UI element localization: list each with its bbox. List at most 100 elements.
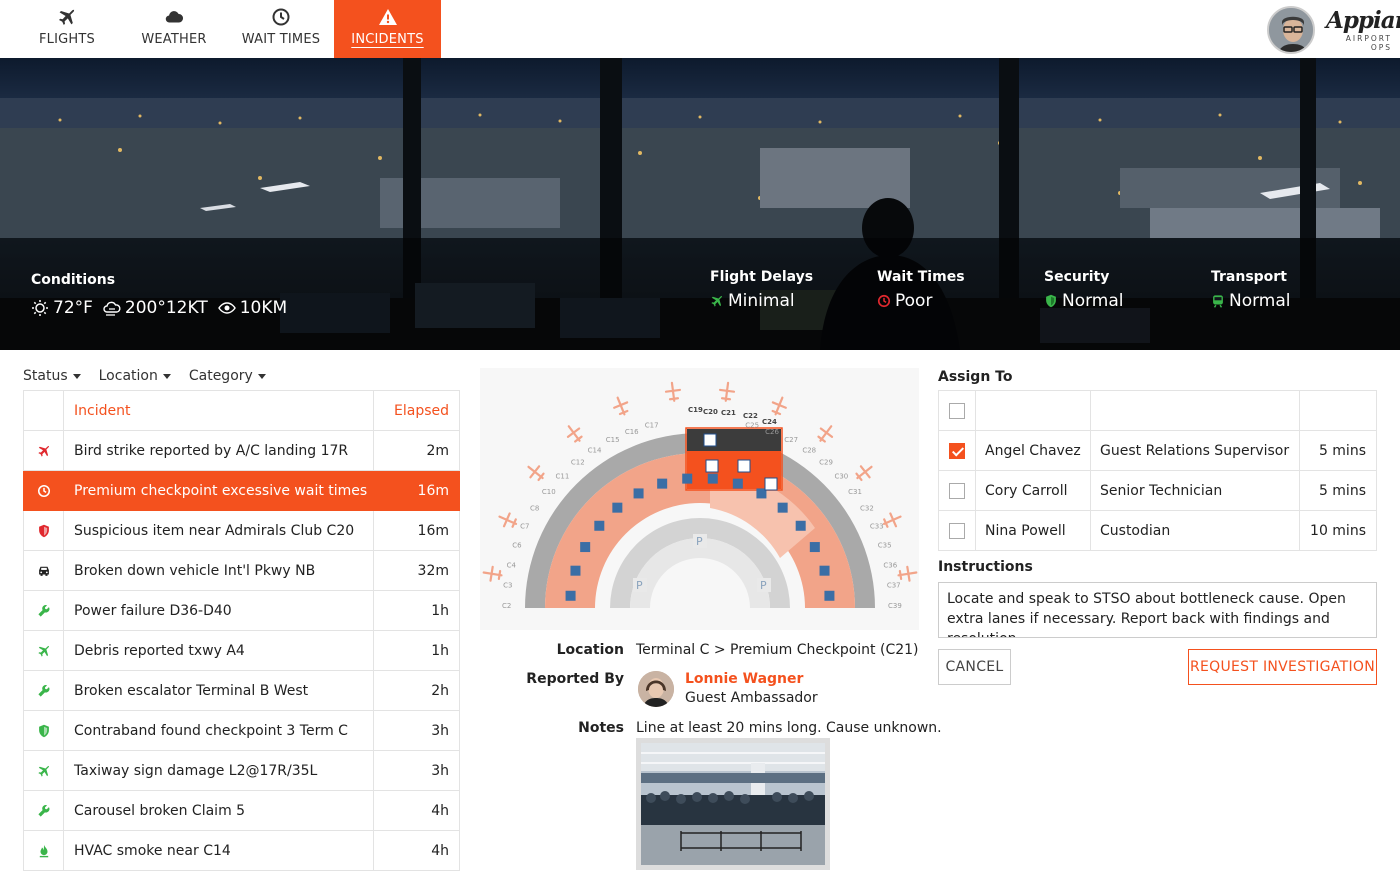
amenity-icon[interactable] [657, 478, 668, 489]
table-row[interactable]: Taxiway sign damage L2@17R/35L 3h [23, 750, 460, 791]
table-row[interactable]: Suspicious item near Admirals Club C20 16… [23, 510, 460, 551]
tab-flights[interactable]: FLIGHTS [10, 0, 124, 58]
plane-icon [37, 443, 51, 459]
assignee-row[interactable]: Nina Powell Custodian 10 mins [938, 510, 1377, 551]
restroom-icon[interactable] [703, 433, 717, 447]
row-icon-cell [23, 710, 64, 751]
amenity-icon[interactable] [570, 565, 581, 576]
amenity-icon[interactable] [707, 473, 718, 484]
amenity-icon[interactable] [795, 520, 806, 531]
table-row[interactable]: Premium checkpoint excessive wait times 1… [23, 470, 460, 511]
gate-label: C14 [588, 446, 602, 454]
table-row[interactable]: Contraband found checkpoint 3 Term C 3h [23, 710, 460, 751]
restroom-icon[interactable] [737, 459, 751, 473]
amenity-icon[interactable] [682, 473, 693, 484]
shield-icon [37, 723, 51, 739]
table-row[interactable]: Broken down vehicle Int'l Pkwy NB 32m [23, 550, 460, 591]
restroom-icon[interactable] [705, 459, 719, 473]
row-icon-cell [23, 470, 64, 511]
reporter-role: Guest Ambassador [685, 690, 818, 706]
train-icon [1213, 295, 1223, 308]
cancel-button[interactable]: CANCEL [938, 649, 1011, 685]
tab-wait-times[interactable]: WAIT TIMES [224, 0, 338, 58]
row-icon-cell [23, 630, 64, 671]
clock-icon [37, 483, 51, 499]
assignee-row[interactable]: Angel Chavez Guest Relations Supervisor 5 … [938, 430, 1377, 471]
assignee-eta: 5 mins [1299, 470, 1377, 511]
tab-weather[interactable]: WEATHER [117, 0, 231, 58]
incident-name: Bird strike reported by A/C landing 17R [63, 430, 374, 471]
assignee-checkbox[interactable] [949, 442, 965, 459]
table-row[interactable]: Bird strike reported by A/C landing 17R 2… [23, 430, 460, 471]
reported-by-label: Reported By [526, 671, 624, 687]
select-all-checkbox[interactable] [949, 402, 965, 419]
table-row[interactable]: Broken escalator Terminal B West 2h [23, 670, 460, 711]
stat-title: Security [1044, 269, 1110, 285]
reporter-name[interactable]: Lonnie Wagner [685, 671, 803, 687]
stat-transport: Transport Normal [1211, 269, 1291, 311]
incident-name: Broken down vehicle Int'l Pkwy NB [63, 550, 374, 591]
header-elapsed[interactable]: Elapsed [373, 390, 460, 431]
gate-label: C36 [883, 561, 897, 569]
amenity-icon[interactable] [819, 565, 830, 576]
category-filter-dropdown[interactable]: Category [189, 368, 266, 384]
parked-plane-icon [719, 381, 736, 402]
incident-rows: Bird strike reported by A/C landing 17R 2… [23, 430, 460, 871]
gate-label: C4 [507, 561, 517, 569]
restroom-icon[interactable] [764, 477, 778, 491]
tab-label: WAIT TIMES [241, 32, 321, 47]
select-all-cell [938, 390, 976, 431]
stats-overlay [0, 238, 1400, 350]
amenity-icon[interactable] [565, 590, 576, 601]
plane-icon [711, 295, 723, 307]
table-row[interactable]: Debris reported txwy A4 1h [23, 630, 460, 671]
terminal-map[interactable]: P P P C2 C3 C4 C6 C7 C8 C10C11C12C14 C15 C16 C17 C25… [480, 368, 919, 630]
gate-label: C27 [784, 436, 798, 444]
amenity-icon[interactable] [580, 542, 591, 553]
assignee-checkbox[interactable] [949, 482, 965, 499]
assign-to-title: Assign To [938, 369, 1013, 385]
assignee-row[interactable]: Cory Carroll Senior Technician 5 mins [938, 470, 1377, 511]
amenity-icon[interactable] [809, 542, 820, 553]
incident-elapsed: 32m [373, 550, 460, 591]
checkbox-cell [938, 430, 976, 471]
gate-label: C24 [762, 418, 777, 426]
user-avatar[interactable] [1267, 6, 1315, 54]
notes-value: Line at least 20 mins long. Cause unknow… [636, 720, 942, 736]
table-row[interactable]: Power failure D36-D40 1h [23, 590, 460, 631]
wind-cloud-icon [103, 301, 121, 316]
incident-elapsed: 1h [373, 590, 460, 631]
amenity-icon[interactable] [732, 478, 743, 489]
header-incident[interactable]: Incident [63, 390, 374, 431]
reporter-avatar[interactable] [638, 671, 674, 707]
assignee-rows: Angel Chavez Guest Relations Supervisor 5 … [938, 430, 1377, 551]
stat-title: Wait Times [877, 269, 965, 285]
tab-incidents[interactable]: INCIDENTS [334, 0, 441, 58]
gate-label: C8 [530, 505, 539, 513]
incident-name: Taxiway sign damage L2@17R/35L [63, 750, 374, 791]
amenity-icon[interactable] [612, 502, 623, 513]
incident-elapsed: 3h [373, 750, 460, 791]
gate-label: C25 [745, 422, 759, 430]
amenity-icon[interactable] [824, 590, 835, 601]
incident-elapsed: 4h [373, 830, 460, 871]
amenity-icon[interactable] [594, 520, 605, 531]
incident-photo[interactable] [636, 738, 830, 870]
table-row[interactable]: HVAC smoke near C14 4h [23, 830, 460, 871]
amenity-icon[interactable] [633, 488, 644, 499]
status-filter-dropdown[interactable]: Status [23, 368, 81, 384]
incident-elapsed: 3h [373, 710, 460, 751]
tab-label: WEATHER [141, 32, 207, 47]
warning-icon [334, 7, 441, 29]
amenity-icon[interactable] [777, 502, 788, 513]
table-row[interactable]: Carousel broken Claim 5 4h [23, 790, 460, 831]
incident-filters: Status Location Category [23, 368, 284, 384]
gate-label: C20 [703, 408, 718, 416]
plane-icon [10, 7, 124, 29]
request-investigation-button[interactable]: REQUEST INVESTIGATION [1188, 649, 1377, 685]
gate-label: C10 [542, 488, 556, 496]
assignee-name: Cory Carroll [975, 470, 1091, 511]
location-filter-dropdown[interactable]: Location [99, 368, 171, 384]
instructions-textarea[interactable]: Locate and speak to STSO about bottlenec… [938, 582, 1377, 638]
assignee-checkbox[interactable] [949, 522, 965, 539]
